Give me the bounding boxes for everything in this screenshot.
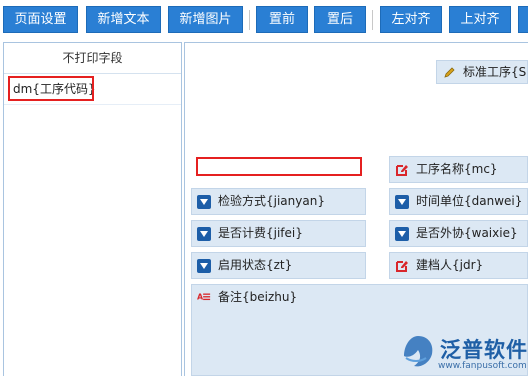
- bring-front-button[interactable]: 置前: [256, 6, 308, 33]
- is-outsourced-field[interactable]: 是否外协{waixie}: [389, 220, 528, 247]
- logo-emblem: [404, 336, 433, 367]
- svg-text:A: A: [197, 293, 204, 302]
- enabled-status-field[interactable]: 启用状态{zt}: [191, 252, 366, 279]
- edit-icon: [396, 165, 408, 176]
- send-back-button[interactable]: 置后: [314, 6, 366, 33]
- field-label: 时间单位{danwei}: [416, 194, 523, 208]
- panel-header: 不打印字段: [4, 43, 181, 74]
- toolbar: 页面设置 新增文本 新增图片 置前 置后 左对齐 上对齐: [0, 0, 528, 38]
- toolbar-separator: [372, 10, 373, 30]
- field-label: 启用状态{zt}: [218, 258, 293, 272]
- field-label: 备注{beizhu}: [218, 290, 298, 304]
- page-settings-button[interactable]: 页面设置: [3, 6, 78, 33]
- dropdown-icon: [197, 259, 211, 273]
- dropdown-icon: [197, 227, 211, 241]
- field-label: 检验方式{jianyan}: [218, 194, 325, 208]
- field-label: 是否外协{waixie}: [416, 226, 518, 240]
- field-label: 是否计费{jifei}: [218, 226, 303, 240]
- field-label: 工序名称{mc}: [416, 162, 498, 176]
- is-billed-field[interactable]: 是否计费{jifei}: [191, 220, 366, 247]
- process-name-field[interactable]: 工序名称{mc}: [389, 156, 528, 183]
- align-left-button[interactable]: 左对齐: [380, 6, 442, 33]
- creator-field[interactable]: 建档人{jdr}: [389, 252, 528, 279]
- add-image-button[interactable]: 新增图片: [168, 6, 243, 33]
- field-label: 标准工序{S: [463, 65, 527, 79]
- logo-name: 泛普软件: [440, 338, 528, 362]
- inspection-method-field[interactable]: 检验方式{jianyan}: [191, 188, 366, 215]
- dropdown-icon: [395, 195, 409, 209]
- title-field[interactable]: 标准工序{S: [436, 60, 528, 84]
- more-button[interactable]: [518, 6, 528, 33]
- highlight-box: [196, 157, 362, 176]
- dropdown-icon: [197, 195, 211, 209]
- highlight-box: [8, 76, 94, 101]
- time-unit-field[interactable]: 时间单位{danwei}: [389, 188, 528, 215]
- logo-url: www.fanpusoft.com: [438, 361, 527, 371]
- textarea-icon: A: [197, 293, 211, 302]
- field-label: 建档人{jdr}: [416, 258, 484, 272]
- align-top-button[interactable]: 上对齐: [449, 6, 511, 33]
- toolbar-separator: [249, 10, 250, 30]
- pencil-icon: [444, 67, 455, 78]
- add-text-button[interactable]: 新增文本: [86, 6, 161, 33]
- fanpu-logo: 泛普软件 www.fanpusoft.com: [398, 330, 528, 376]
- edit-icon: [396, 261, 408, 272]
- dropdown-icon: [395, 227, 409, 241]
